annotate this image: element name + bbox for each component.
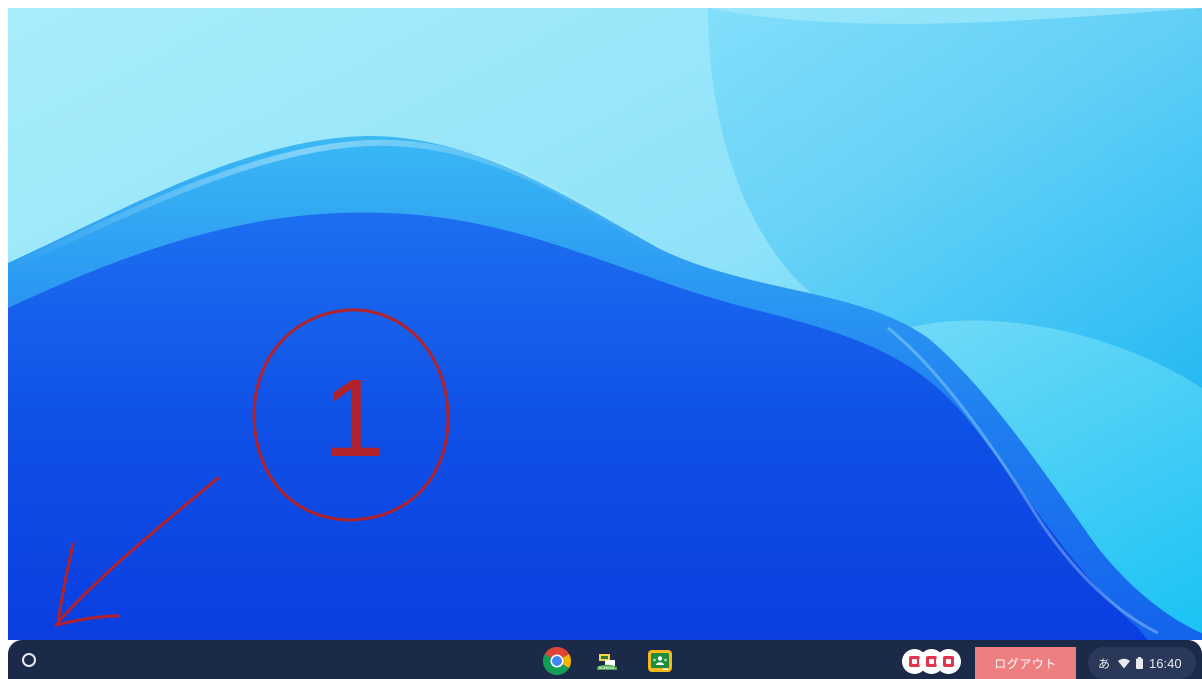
launcher-circle-icon	[22, 653, 36, 667]
school-app-badge: SCHOOL	[598, 665, 616, 670]
classroom-app-button[interactable]	[645, 646, 675, 676]
classroom-icon	[648, 650, 672, 672]
logout-button[interactable]: ログアウト	[975, 647, 1076, 679]
desktop-wallpaper	[8, 8, 1202, 640]
wifi-icon	[1118, 658, 1131, 669]
school-app-icon	[593, 647, 621, 675]
notification-icon	[936, 649, 961, 674]
launcher-button[interactable]	[19, 650, 39, 670]
battery-icon	[1136, 657, 1144, 669]
clock: 16:40	[1149, 655, 1182, 671]
shelf: SCHOOL ログアウト あ 16:40	[8, 640, 1202, 679]
ime-indicator: あ	[1098, 656, 1111, 671]
chrome-app-button[interactable]	[542, 646, 572, 676]
chromeos-desktop: 1 SCHOOL ログアウト あ 16:40	[8, 8, 1202, 679]
status-tray[interactable]: あ 16:40	[1088, 647, 1196, 679]
notification-tray[interactable]	[902, 648, 964, 676]
chrome-icon	[543, 647, 571, 675]
school-app-button[interactable]: SCHOOL	[592, 646, 622, 676]
